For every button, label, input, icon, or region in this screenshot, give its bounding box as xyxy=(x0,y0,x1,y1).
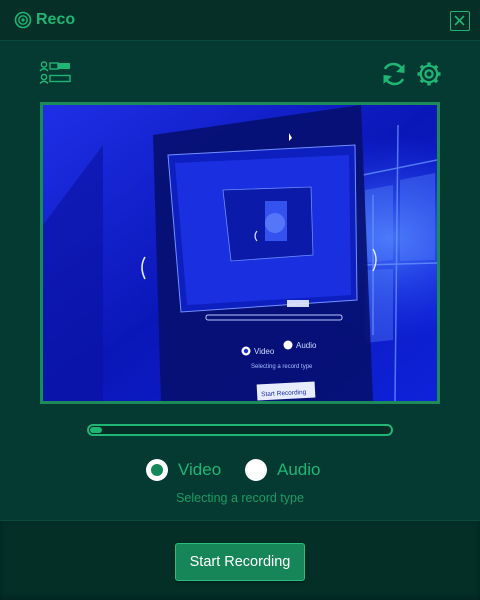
record-type-audio[interactable]: Audio xyxy=(245,459,335,483)
audio-label: Audio xyxy=(277,460,321,479)
gear-icon xyxy=(417,62,441,86)
record-type-hint: Selecting a record type xyxy=(176,491,304,505)
camera-preview-image: Video Audio Selecting a record type Star… xyxy=(43,105,437,401)
audio-radio-button[interactable] xyxy=(245,459,267,481)
title-bar: Reco xyxy=(0,0,480,41)
close-icon xyxy=(454,15,465,26)
recording-progress-bar xyxy=(87,424,393,436)
progress-fill xyxy=(90,427,102,433)
layout-toggle-button[interactable] xyxy=(38,60,72,88)
mini-audio-label: Audio xyxy=(296,341,317,350)
footer-bar: Start Recording xyxy=(0,520,480,600)
refresh-button[interactable] xyxy=(380,60,408,88)
refresh-icon xyxy=(383,62,405,86)
video-label: Video xyxy=(178,460,222,479)
app-title: Reco xyxy=(36,11,76,28)
video-radio-button[interactable] xyxy=(146,459,168,481)
mini-video-label: Video xyxy=(254,347,275,356)
mini-hint: Selecting a record type xyxy=(251,364,313,370)
settings-button[interactable] xyxy=(416,61,442,87)
user-list-icon xyxy=(39,61,71,84)
close-button[interactable] xyxy=(450,11,470,31)
record-type-video[interactable]: Video xyxy=(146,459,236,483)
record-logo-icon xyxy=(14,11,32,29)
start-recording-button[interactable]: Start Recording xyxy=(175,543,305,581)
camera-preview: Video Audio Selecting a record type Star… xyxy=(40,102,440,404)
